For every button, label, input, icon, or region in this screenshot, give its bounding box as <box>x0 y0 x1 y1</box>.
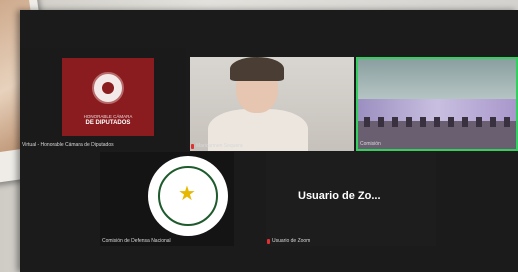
participant-name: Virtual - Honorable Cámara de Diputados <box>22 142 114 148</box>
participant-name: Comisión de Defensa Nacional <box>102 238 171 244</box>
participant-name: Comisión <box>360 141 381 147</box>
paraguay-seal-icon: ★ <box>148 156 228 236</box>
room-video <box>358 59 516 103</box>
mic-muted-icon <box>191 144 194 149</box>
participant-tile-comision[interactable]: Comisión <box>356 57 518 151</box>
camara-logo: HONORABLE CÁMARA DE DIPUTADOS <box>62 58 154 136</box>
camara-seal-icon <box>92 72 124 104</box>
participant-name: Usuario de Zoom <box>272 238 311 244</box>
participant-tile-maricarmen[interactable]: Maricarmen Sequera <box>190 57 354 151</box>
mic-muted-icon <box>267 239 270 244</box>
participant-tile-defensa[interactable]: ★ Comisión de Defensa Nacional <box>100 152 234 246</box>
participant-tile-camara[interactable]: HONORABLE CÁMARA DE DIPUTADOS Virtual - … <box>20 48 186 150</box>
participant-name: Maricarmen Sequera <box>196 143 243 149</box>
participant-tile-usuario[interactable]: Usuario de Zo... Usuario de Zoom <box>266 152 436 246</box>
participant-display-name: Usuario de Zo... <box>298 190 381 202</box>
